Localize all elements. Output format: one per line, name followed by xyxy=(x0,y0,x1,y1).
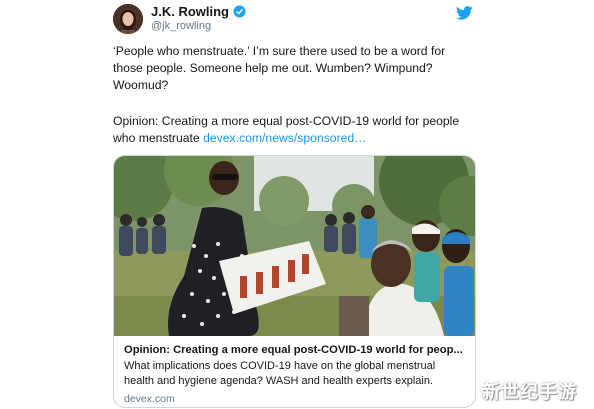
tweet-url-link[interactable]: devex.com/news/sponsored… xyxy=(203,131,366,145)
tweet: J.K. Rowling @jk_rowling ‘People who men… xyxy=(0,0,594,409)
card-title[interactable]: Opinion: Creating a more equal post-COVI… xyxy=(124,343,466,358)
tweet-text-link-line: Opinion: Creating a more equal post-COVI… xyxy=(113,113,483,147)
card-domain: devex.com xyxy=(124,393,175,405)
tweet-text: ‘People who menstruate.’ I’m sure there … xyxy=(113,44,446,92)
verified-badge-icon xyxy=(233,5,246,18)
author-name-row: J.K. Rowling xyxy=(151,4,246,19)
avatar-photo-icon xyxy=(113,4,143,34)
user-handle[interactable]: @jk_rowling xyxy=(151,20,211,32)
card-photo xyxy=(114,156,475,336)
twitter-bird-icon[interactable] xyxy=(456,6,473,20)
avatar[interactable] xyxy=(113,4,143,34)
display-name[interactable]: J.K. Rowling xyxy=(151,4,229,19)
card-description: What implications does COVID-19 have on … xyxy=(124,360,436,387)
watermark-logo: 新世纪手游 xyxy=(482,382,577,403)
link-preview-card[interactable]: Opinion: Creating a more equal post-COVI… xyxy=(113,155,476,408)
card-body: Opinion: Creating a more equal post-COVI… xyxy=(124,343,466,405)
